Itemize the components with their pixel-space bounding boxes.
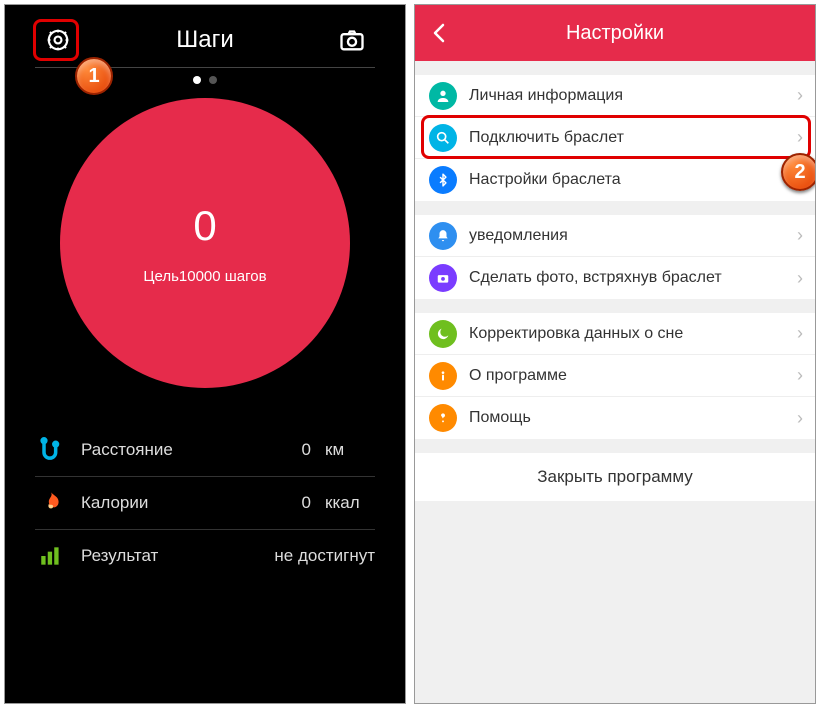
page-title: Шаги [176,26,234,54]
close-app-label: Закрыть программу [537,467,693,487]
row-shake-photo[interactable]: Сделать фото, встряхнув браслет › [415,257,815,299]
chevron-right-icon: › [797,127,803,148]
stat-label: Калории [81,493,291,513]
bluetooth-icon [429,166,457,194]
stats-list: Расстояние 0 км Калории 0 ккал [35,424,375,582]
close-app-button[interactable]: Закрыть программу [415,453,815,501]
stat-row-calories[interactable]: Калории 0 ккал [35,477,375,530]
row-label: Помощь [469,409,797,427]
question-icon [429,404,457,432]
page-dots [5,76,405,84]
badge-1: 1 [75,57,113,95]
info-icon [429,362,457,390]
row-notifications[interactable]: уведомления › [415,215,815,257]
row-label: уведомления [469,227,797,245]
row-label: Корректировка данных о сне [469,325,797,343]
result-icon [35,540,67,572]
settings-group: уведомления › Сделать фото, встряхнув бр… [415,215,815,299]
settings-screen: Настройки Личная информация › Подключить… [414,4,816,704]
dot [209,76,217,84]
row-label: Сделать фото, встряхнув браслет [469,269,797,287]
row-sleep-adjust[interactable]: Корректировка данных о сне › [415,313,815,355]
calories-icon [35,487,67,519]
stat-unit: км [325,440,375,460]
camera-icon [429,264,457,292]
row-personal-info[interactable]: Личная информация › [415,75,815,117]
search-icon [429,124,457,152]
chevron-right-icon: › [797,268,803,289]
camera-button[interactable] [335,23,369,57]
steps-header: Шаги [5,5,405,67]
settings-group: Личная информация › Подключить браслет ›… [415,75,815,201]
stat-value: 0 [291,493,311,513]
row-help[interactable]: Помощь › [415,397,815,439]
steps-screen: Шаги 0 Цель10000 шагов [4,4,406,704]
badge-1-label: 1 [88,65,99,88]
back-arrow-icon [428,21,452,45]
stat-value: не достигнут [274,546,375,566]
chevron-right-icon: › [797,365,803,386]
badge-2-label: 2 [794,161,805,184]
stat-row-distance[interactable]: Расстояние 0 км [35,424,375,477]
moon-icon [429,320,457,348]
settings-group: Корректировка данных о сне › О программе… [415,313,815,439]
stat-value: 0 [291,440,311,460]
settings-header: Настройки [415,5,815,61]
badge-2: 2 [781,153,816,191]
distance-icon [35,434,67,466]
camera-icon [338,26,366,54]
row-connect-bracelet[interactable]: Подключить браслет › [415,117,815,159]
settings-button[interactable] [41,23,75,57]
back-button[interactable] [415,5,465,61]
steps-goal: Цель10000 шагов [143,268,266,285]
chevron-right-icon: › [797,225,803,246]
row-about[interactable]: О программе › [415,355,815,397]
stat-label: Результат [81,546,274,566]
chevron-right-icon: › [797,85,803,106]
bell-icon [429,222,457,250]
row-bracelet-settings[interactable]: Настройки браслета › [415,159,815,201]
user-icon [429,82,457,110]
row-label: Подключить браслет [469,129,797,147]
stat-row-result[interactable]: Результат не достигнут [35,530,375,582]
row-label: Личная информация [469,87,797,105]
row-label: Настройки браслета [469,171,797,189]
steps-progress-circle: 0 Цель10000 шагов [60,98,350,388]
stat-label: Расстояние [81,440,291,460]
chevron-right-icon: › [797,408,803,429]
gear-icon [45,27,71,53]
row-label: О программе [469,367,797,385]
chevron-right-icon: › [797,323,803,344]
settings-title: Настройки [415,22,815,45]
steps-count: 0 [193,202,216,250]
dot-active [193,76,201,84]
stat-unit: ккал [325,493,375,513]
